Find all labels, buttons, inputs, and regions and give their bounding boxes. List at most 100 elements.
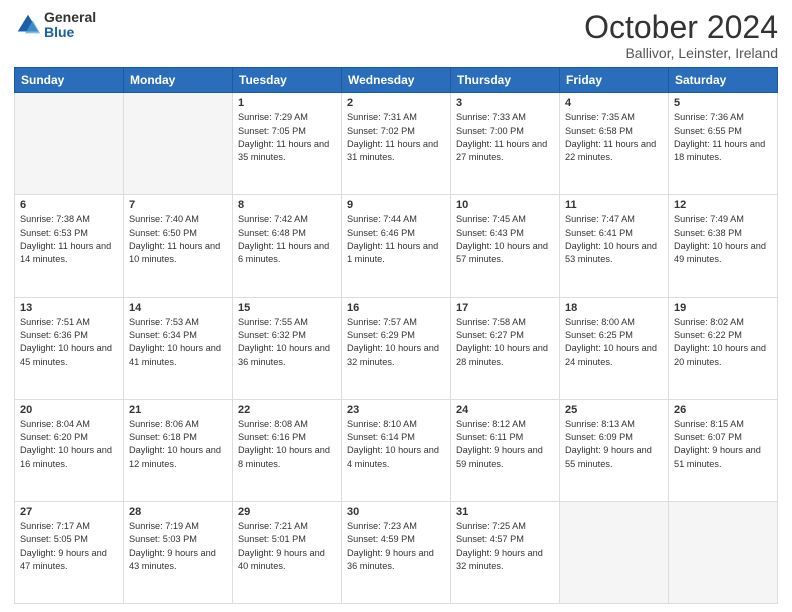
day-number: 9 — [347, 199, 445, 211]
day-number: 28 — [129, 506, 227, 518]
logo: General Blue — [14, 10, 96, 41]
calendar-cell: 24 Sunrise: 8:12 AMSunset: 6:11 PMDayligh… — [451, 399, 560, 501]
day-info: Sunrise: 8:12 AMSunset: 6:11 PMDaylight:… — [456, 418, 554, 471]
day-number: 3 — [456, 97, 554, 109]
title-location: Ballivor, Leinster, Ireland — [584, 45, 778, 61]
logo-text: General Blue — [44, 10, 96, 41]
day-info: Sunrise: 8:13 AMSunset: 6:09 PMDaylight:… — [565, 418, 663, 471]
logo-icon — [14, 11, 42, 39]
logo-blue: Blue — [44, 25, 96, 40]
day-info: Sunrise: 7:51 AMSunset: 6:36 PMDaylight:… — [20, 316, 118, 369]
day-info: Sunrise: 7:29 AMSunset: 7:05 PMDaylight:… — [238, 111, 336, 164]
calendar-cell: 22Sunrise: 8:08 AMSunset: 6:16 PMDayligh… — [233, 399, 342, 501]
day-info: Sunrise: 7:19 AMSunset: 5:03 PMDaylight:… — [129, 520, 227, 573]
day-number: 1 — [238, 97, 336, 109]
calendar-cell: 26Sunrise: 8:15 AMSunset: 6:07 PMDayligh… — [669, 399, 778, 501]
weekday-header: Wednesday — [342, 68, 451, 93]
day-number: 15 — [238, 302, 336, 314]
logo-general: General — [44, 10, 96, 25]
calendar-cell: 15 Sunrise: 7:55 AMSunset: 6:32 PMDayligh… — [233, 297, 342, 399]
day-number: 18 — [565, 302, 663, 314]
weekday-header: Monday — [124, 68, 233, 93]
day-info: Sunrise: 7:38 AMSunset: 6:53 PMDaylight:… — [20, 213, 118, 266]
day-info: Sunrise: 7:21 AMSunset: 5:01 PMDaylight:… — [238, 520, 336, 573]
calendar-cell: 18 Sunrise: 8:00 AMSunset: 6:25 PMDayligh… — [560, 297, 669, 399]
day-info: Sunrise: 7:33 AMSunset: 7:00 PMDaylight:… — [456, 111, 554, 164]
day-info: Sunrise: 7:58 AMSunset: 6:27 PMDaylight:… — [456, 316, 554, 369]
calendar-cell: 8 Sunrise: 7:42 AMSunset: 6:48 PMDaylight… — [233, 195, 342, 297]
calendar-cell: 4Sunrise: 7:35 AMSunset: 6:58 PMDaylight… — [560, 93, 669, 195]
day-info: Sunrise: 7:53 AMSunset: 6:34 PMDaylight:… — [129, 316, 227, 369]
day-info: Sunrise: 8:00 AMSunset: 6:25 PMDaylight:… — [565, 316, 663, 369]
day-number: 14 — [129, 302, 227, 314]
calendar-week-row: 27Sunrise: 7:17 AMSunset: 5:05 PMDayligh… — [15, 501, 778, 603]
day-number: 20 — [20, 404, 118, 416]
calendar-cell — [560, 501, 669, 603]
calendar-week-row: 13 Sunrise: 7:51 AMSunset: 6:36 PMDayligh… — [15, 297, 778, 399]
day-number: 10 — [456, 199, 554, 211]
calendar-cell: 2 Sunrise: 7:31 AMSunset: 7:02 PMDaylight… — [342, 93, 451, 195]
calendar-cell: 1 Sunrise: 7:29 AMSunset: 7:05 PMDaylight… — [233, 93, 342, 195]
calendar-cell: 25 Sunrise: 8:13 AMSunset: 6:09 PMDayligh… — [560, 399, 669, 501]
day-number: 31 — [456, 506, 554, 518]
day-info: Sunrise: 8:02 AMSunset: 6:22 PMDaylight:… — [674, 316, 772, 369]
calendar-cell: 31Sunrise: 7:25 AMSunset: 4:57 PMDayligh… — [451, 501, 560, 603]
calendar-cell: 5 Sunrise: 7:36 AMSunset: 6:55 PMDaylight… — [669, 93, 778, 195]
day-number: 29 — [238, 506, 336, 518]
calendar-cell: 11 Sunrise: 7:47 AMSunset: 6:41 PMDayligh… — [560, 195, 669, 297]
weekday-header: Tuesday — [233, 68, 342, 93]
day-number: 2 — [347, 97, 445, 109]
day-info: Sunrise: 7:47 AMSunset: 6:41 PMDaylight:… — [565, 213, 663, 266]
day-info: Sunrise: 7:55 AMSunset: 6:32 PMDaylight:… — [238, 316, 336, 369]
day-info: Sunrise: 7:57 AMSunset: 6:29 PMDaylight:… — [347, 316, 445, 369]
day-number: 5 — [674, 97, 772, 109]
page: General Blue October 2024 Ballivor, Lein… — [0, 0, 792, 612]
calendar-cell: 20 Sunrise: 8:04 AMSunset: 6:20 PMDayligh… — [15, 399, 124, 501]
title-month: October 2024 — [584, 10, 778, 45]
calendar-cell: 29 Sunrise: 7:21 AMSunset: 5:01 PMDayligh… — [233, 501, 342, 603]
calendar-cell: 21Sunrise: 8:06 AMSunset: 6:18 PMDayligh… — [124, 399, 233, 501]
day-number: 30 — [347, 506, 445, 518]
calendar-cell: 13 Sunrise: 7:51 AMSunset: 6:36 PMDayligh… — [15, 297, 124, 399]
calendar-cell: 10 Sunrise: 7:45 AMSunset: 6:43 PMDayligh… — [451, 195, 560, 297]
day-number: 17 — [456, 302, 554, 314]
day-info: Sunrise: 8:06 AMSunset: 6:18 PMDaylight:… — [129, 418, 227, 471]
day-number: 11 — [565, 199, 663, 211]
day-info: Sunrise: 7:45 AMSunset: 6:43 PMDaylight:… — [456, 213, 554, 266]
calendar-week-row: 6Sunrise: 7:38 AMSunset: 6:53 PMDaylight… — [15, 195, 778, 297]
calendar-cell: 27Sunrise: 7:17 AMSunset: 5:05 PMDayligh… — [15, 501, 124, 603]
day-number: 24 — [456, 404, 554, 416]
calendar-cell — [669, 501, 778, 603]
day-number: 25 — [565, 404, 663, 416]
day-info: Sunrise: 8:15 AMSunset: 6:07 PMDaylight:… — [674, 418, 772, 471]
calendar-cell: 19 Sunrise: 8:02 AMSunset: 6:22 PMDayligh… — [669, 297, 778, 399]
weekday-header: Saturday — [669, 68, 778, 93]
calendar-cell: 3 Sunrise: 7:33 AMSunset: 7:00 PMDaylight… — [451, 93, 560, 195]
day-info: Sunrise: 8:04 AMSunset: 6:20 PMDaylight:… — [20, 418, 118, 471]
weekday-header: Sunday — [15, 68, 124, 93]
day-number: 8 — [238, 199, 336, 211]
day-info: Sunrise: 7:31 AMSunset: 7:02 PMDaylight:… — [347, 111, 445, 164]
day-number: 7 — [129, 199, 227, 211]
day-info: Sunrise: 7:23 AMSunset: 4:59 PMDaylight:… — [347, 520, 445, 573]
day-info: Sunrise: 8:10 AMSunset: 6:14 PMDaylight:… — [347, 418, 445, 471]
day-number: 12 — [674, 199, 772, 211]
title-block: October 2024 Ballivor, Leinster, Ireland — [584, 10, 778, 61]
weekday-header: Friday — [560, 68, 669, 93]
day-info: Sunrise: 7:42 AMSunset: 6:48 PMDaylight:… — [238, 213, 336, 266]
day-info: Sunrise: 7:44 AMSunset: 6:46 PMDaylight:… — [347, 213, 445, 266]
calendar-cell: 16 Sunrise: 7:57 AMSunset: 6:29 PMDayligh… — [342, 297, 451, 399]
day-number: 16 — [347, 302, 445, 314]
day-number: 4 — [565, 97, 663, 109]
calendar-cell: 23Sunrise: 8:10 AMSunset: 6:14 PMDayligh… — [342, 399, 451, 501]
day-number: 19 — [674, 302, 772, 314]
calendar-cell: 7Sunrise: 7:40 AMSunset: 6:50 PMDaylight… — [124, 195, 233, 297]
weekday-header-row: SundayMondayTuesdayWednesdayThursdayFrid… — [15, 68, 778, 93]
calendar-cell — [15, 93, 124, 195]
day-info: Sunrise: 7:49 AMSunset: 6:38 PMDaylight:… — [674, 213, 772, 266]
day-info: Sunrise: 7:36 AMSunset: 6:55 PMDaylight:… — [674, 111, 772, 164]
header: General Blue October 2024 Ballivor, Lein… — [14, 10, 778, 61]
day-info: Sunrise: 8:08 AMSunset: 6:16 PMDaylight:… — [238, 418, 336, 471]
day-number: 13 — [20, 302, 118, 314]
day-number: 27 — [20, 506, 118, 518]
